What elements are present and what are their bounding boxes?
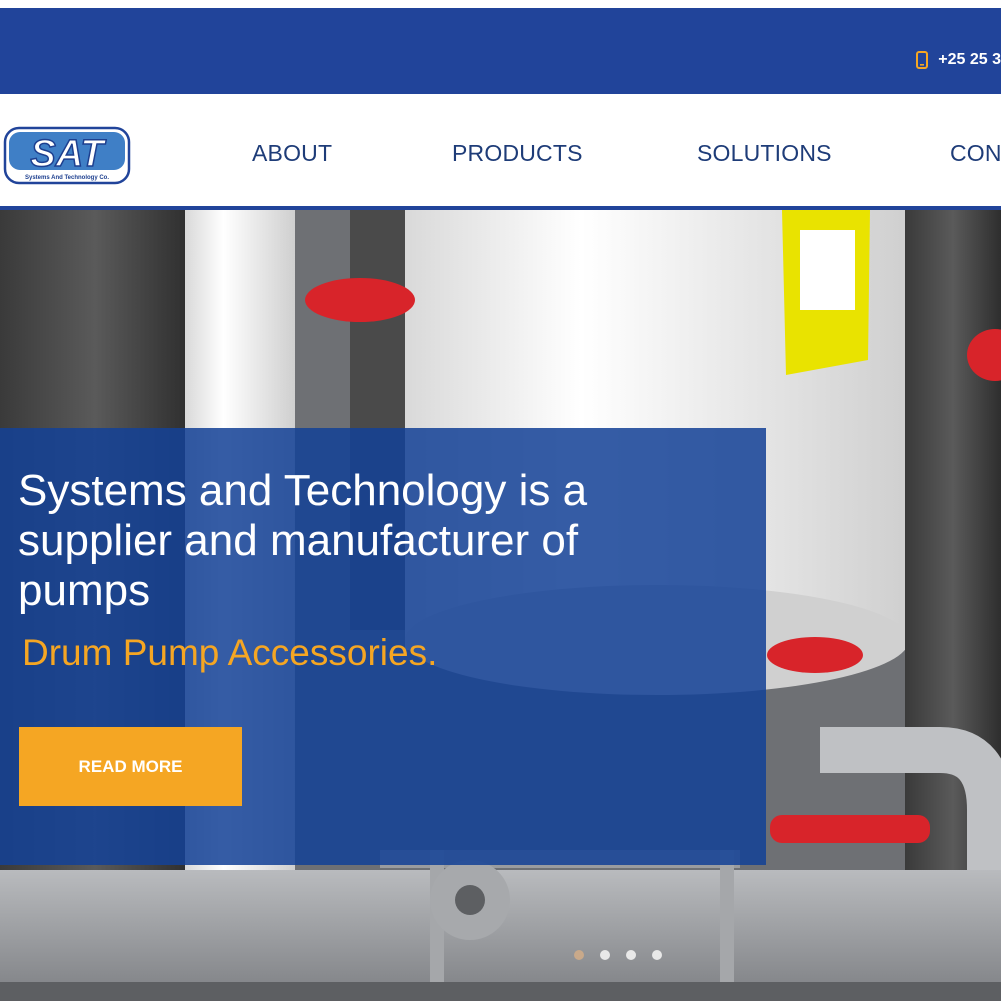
hero-caption-panel: Systems and Technology is a supplier and… — [0, 428, 766, 865]
nav-about[interactable]: ABOUT — [252, 140, 332, 167]
hero-title: Systems and Technology is a supplier and… — [18, 466, 588, 615]
slider-dot-1[interactable] — [574, 950, 584, 960]
read-more-button[interactable]: READ MORE — [19, 727, 242, 806]
site-header: SAT Systems And Technology Co. ABOUT PRO… — [0, 94, 1001, 210]
hero-subtitle: Drum Pump Accessories. — [22, 632, 438, 673]
top-bar: +25 25 3 — [0, 8, 1001, 94]
phone-contact[interactable]: +25 25 3 — [916, 50, 1001, 70]
nav-solutions[interactable]: SOLUTIONS — [697, 140, 832, 167]
hero-slider: Systems and Technology is a supplier and… — [0, 210, 1001, 1001]
slider-dot-4[interactable] — [652, 950, 662, 960]
slider-dot-3[interactable] — [626, 950, 636, 960]
slider-pagination — [574, 950, 662, 962]
slider-dot-2[interactable] — [600, 950, 610, 960]
mobile-phone-icon — [916, 51, 929, 69]
nav-products[interactable]: PRODUCTS — [452, 140, 583, 167]
nav-contact[interactable]: CON — [950, 140, 1001, 167]
phone-number[interactable]: +25 25 3 — [938, 51, 1001, 69]
main-nav: ABOUT PRODUCTS SOLUTIONS CON — [0, 140, 1001, 170]
logo-tagline: Systems And Technology Co. — [25, 175, 109, 181]
